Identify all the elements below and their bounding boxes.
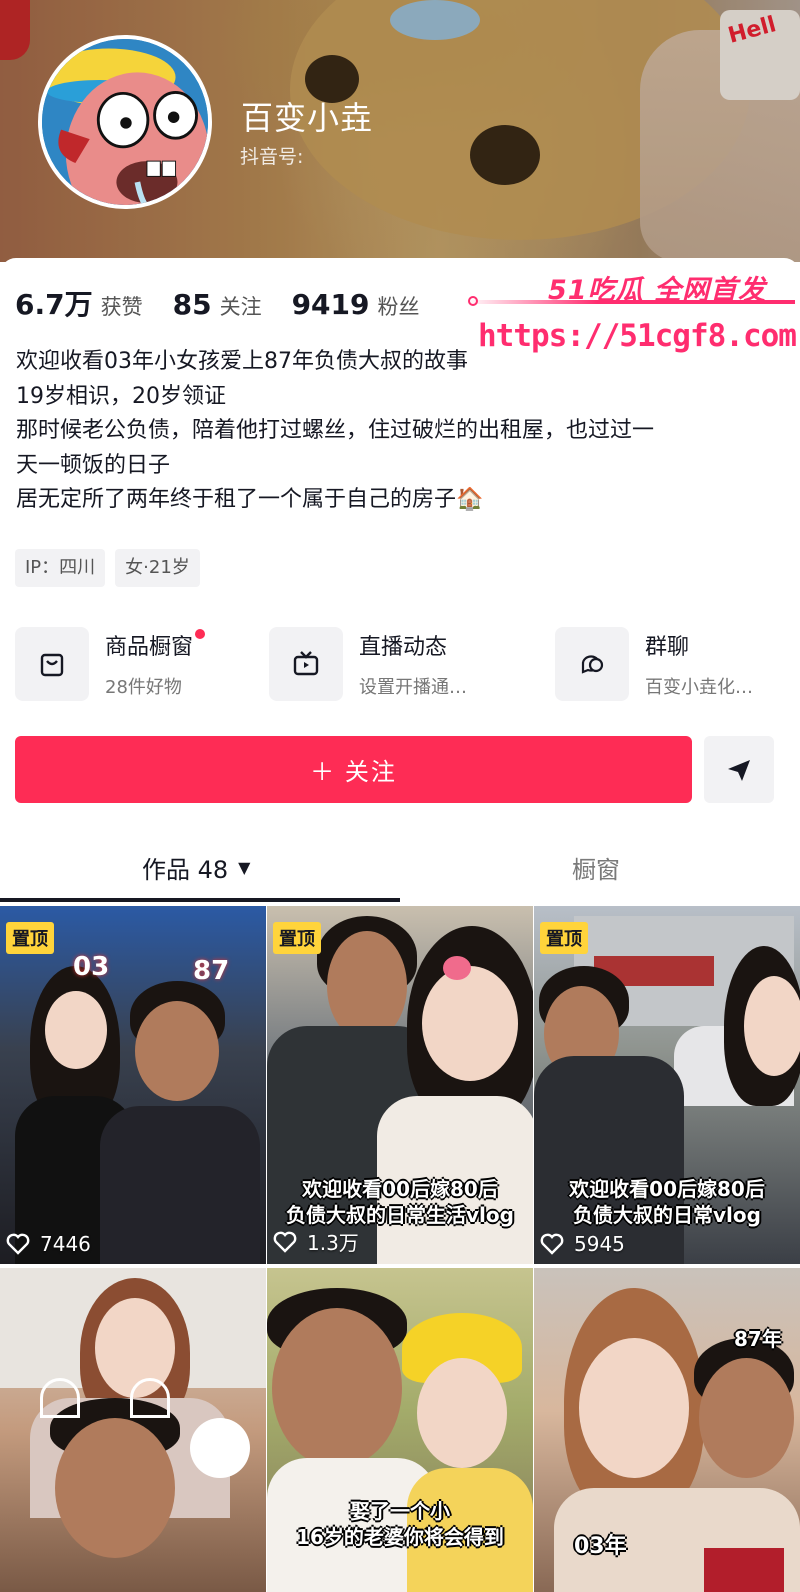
- bio-line: 居无定所了两年终于租了一个属于自己的房子🏠: [16, 487, 484, 512]
- stat-label: 获赞: [100, 295, 143, 319]
- likes-count: 7446: [6, 1232, 91, 1256]
- live-tv-icon: [269, 627, 343, 701]
- caption-line: 欢迎收看00后嫁80后: [302, 1177, 498, 1201]
- video-thumbnail[interactable]: [0, 1268, 266, 1592]
- avatar[interactable]: [38, 35, 212, 209]
- watermark-line: [465, 300, 795, 304]
- profile-name: 百变小垚: [241, 99, 374, 137]
- bio-line: 天一顿饭的日子: [16, 452, 171, 478]
- profile-bio: 欢迎收看03年小女孩爱上87年负债大叔的故事 19岁相识，20岁领证 那时候老公…: [16, 345, 786, 518]
- stat-value: 9419: [291, 288, 370, 321]
- shopping-bag-icon: [15, 627, 89, 701]
- stat-label: 粉丝: [377, 295, 420, 319]
- tab-indicator: [0, 898, 400, 902]
- video-thumbnail[interactable]: 欢迎收看00后嫁80后 负债大叔的日常vlog 置顶 5945: [534, 906, 800, 1264]
- send-arrow-icon: [728, 759, 750, 781]
- notification-dot: [195, 629, 206, 639]
- caret-down-icon: ▼: [238, 858, 251, 877]
- heart-icon: [6, 1233, 30, 1255]
- overlay-right-text: 87年: [734, 1327, 782, 1351]
- heart-icon: [540, 1233, 564, 1255]
- shortcut-title: 群聊: [645, 635, 690, 660]
- video-caption: 欢迎收看00后嫁80后 负债大叔的日常vlog: [534, 1176, 800, 1228]
- overlay-right-text: 87: [193, 956, 230, 986]
- tab-works[interactable]: 作品 48 ▼: [142, 850, 250, 885]
- pinned-badge: 置顶: [6, 922, 54, 954]
- shortcut-title: 商品橱窗: [105, 629, 206, 661]
- shortcut-subtitle: 28件好物: [105, 677, 182, 698]
- ip-location-tag: IP：四川: [15, 549, 106, 587]
- pinned-badge: 置顶: [273, 922, 321, 954]
- video-thumbnail[interactable]: 娶了一个小 16岁的老婆你将会得到: [267, 1268, 533, 1592]
- chat-bubbles-icon: [555, 627, 629, 701]
- stat-followers[interactable]: 9419 粉丝: [292, 288, 420, 321]
- video-grid: 03 87 置顶 7446 欢迎收看00后嫁80后 负债大叔的日常生活vlog 置…: [0, 906, 800, 1592]
- douyin-id-label[interactable]: 抖音号:: [240, 142, 303, 169]
- video-thumbnail[interactable]: 欢迎收看00后嫁80后 负债大叔的日常生活vlog 置顶 1.3万: [267, 906, 533, 1264]
- overlay-left-text: 03: [73, 952, 110, 982]
- caption-line: 欢迎收看00后嫁80后: [569, 1177, 765, 1201]
- follow-button[interactable]: ＋ 关注: [15, 736, 692, 803]
- bio-line: 19岁相识，20岁领证: [16, 383, 226, 409]
- shortcut-live[interactable]: 直播动态 设置开播通…: [269, 625, 467, 703]
- shortcut-title: 直播动态: [359, 635, 448, 660]
- video-caption: 欢迎收看00后嫁80后 负债大叔的日常生活vlog: [267, 1176, 533, 1228]
- share-button[interactable]: [704, 736, 774, 803]
- caption-line: 娶了一个小: [350, 1499, 450, 1523]
- caption-line: 负债大叔的日常生活vlog: [286, 1203, 514, 1227]
- stat-value: 85: [172, 288, 212, 321]
- caption-line: 16岁的老婆你将会得到: [296, 1525, 504, 1549]
- tab-works-label: 作品 48: [142, 856, 229, 884]
- video-thumbnail[interactable]: 03 87 置顶 7446: [0, 906, 266, 1264]
- stat-following[interactable]: 85 关注: [173, 288, 262, 321]
- pinned-badge: 置顶: [540, 922, 588, 954]
- bio-line: 那时候老公负债，陪着他打过螺丝，住过破烂的出租屋，也过过一: [16, 418, 655, 443]
- bio-line: 欢迎收看03年小女孩爱上87年负债大叔的故事: [16, 349, 468, 374]
- profile-stats: 6.7万 获赞 85 关注 9419 粉丝: [15, 283, 450, 323]
- shortcut-shop-window[interactable]: 商品橱窗 28件好物: [15, 625, 206, 703]
- caption-line: 负债大叔的日常vlog: [573, 1203, 761, 1227]
- tab-shop-window[interactable]: 橱窗: [572, 850, 620, 885]
- video-thumbnail[interactable]: 03年 87年: [534, 1268, 800, 1592]
- video-caption: 娶了一个小 16岁的老婆你将会得到: [267, 1498, 533, 1550]
- heart-icon: [273, 1231, 297, 1253]
- shortcut-subtitle: 百变小垚化…: [645, 677, 753, 698]
- shortcut-group-chat[interactable]: 群聊 百变小垚化…: [555, 625, 753, 703]
- stat-value: 6.7万: [15, 288, 93, 321]
- stat-likes[interactable]: 6.7万 获赞: [15, 283, 143, 323]
- stat-label: 关注: [219, 295, 262, 319]
- overlay-left-text: 03年: [574, 1534, 627, 1559]
- likes-count: 1.3万: [273, 1227, 359, 1256]
- likes-count: 5945: [540, 1232, 625, 1256]
- profile-tags: IP：四川 女·21岁: [15, 549, 210, 587]
- shortcut-subtitle: 设置开播通…: [359, 677, 467, 698]
- gender-age-tag: 女·21岁: [115, 549, 200, 587]
